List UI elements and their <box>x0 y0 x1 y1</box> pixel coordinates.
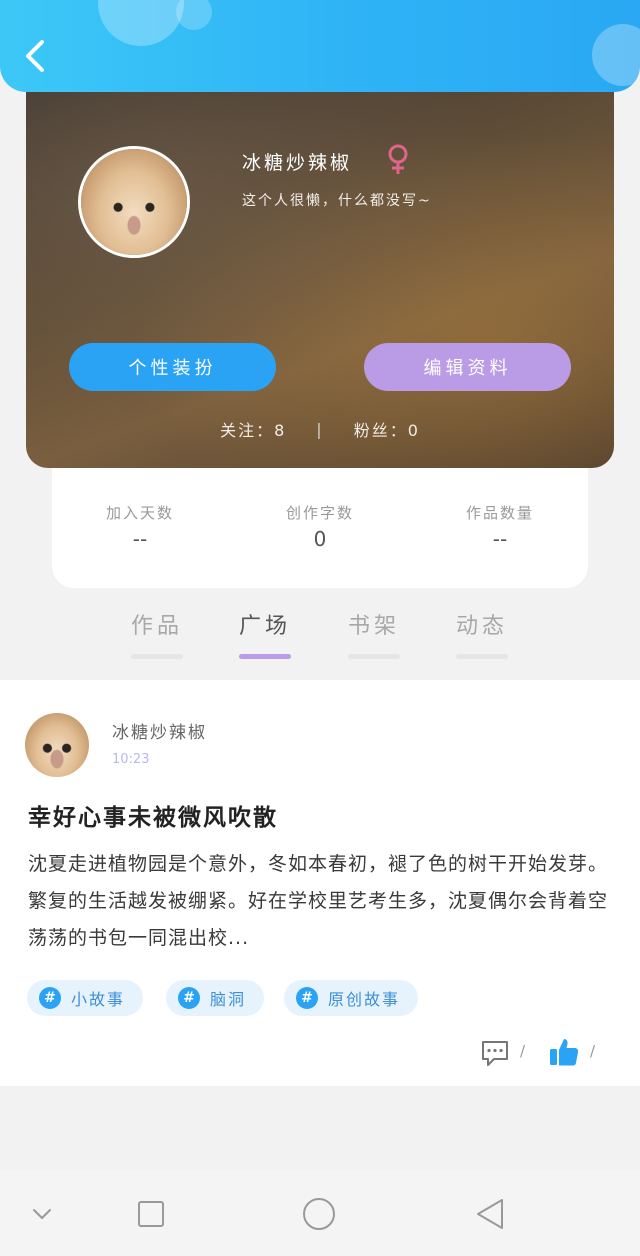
stat-join-days: 加入天数 -- <box>60 502 220 551</box>
chevron-down-icon <box>33 1209 51 1219</box>
decor-bubble <box>176 0 212 30</box>
tag-label: 脑洞 <box>210 990 247 1009</box>
hashtag-icon: # <box>296 987 318 1009</box>
stats-card: 加入天数 -- 创作字数 0 作品数量 -- <box>52 468 588 588</box>
tab-underline-active <box>239 654 291 659</box>
square-icon <box>138 1201 164 1227</box>
tab-activity[interactable]: 动态 <box>442 608 522 640</box>
decor-bubble <box>98 0 184 46</box>
back-button[interactable] <box>20 36 52 76</box>
edit-profile-button[interactable]: 编辑资料 <box>364 343 571 391</box>
tag-label: 小故事 <box>71 990 126 1009</box>
comment-count: / <box>520 1042 526 1060</box>
following-count[interactable]: 关注：8 <box>220 417 286 441</box>
cat-avatar-image <box>25 713 89 777</box>
post-body[interactable]: 沈夏走进植物园是个意外，冬如本春初，褪了色的树干开始发芽。繁复的生活越发被绷紧。… <box>28 846 616 957</box>
tag-label: 原创故事 <box>328 990 401 1009</box>
system-navbar <box>0 1170 640 1256</box>
tab-works[interactable]: 作品 <box>117 608 197 640</box>
follow-stats: 关注：8 | 粉丝：0 <box>26 414 614 444</box>
nickname: 冰糖炒辣椒 <box>242 152 353 174</box>
post-author[interactable]: 冰糖炒辣椒 <box>112 718 207 743</box>
stat-word-count: 创作字数 0 <box>240 502 400 551</box>
tab-underline <box>131 654 183 659</box>
followers-count[interactable]: 粉丝：0 <box>354 417 420 441</box>
tab-underline <box>456 654 508 659</box>
post-card[interactable]: 冰糖炒辣椒 10:23 幸好心事未被微风吹散 沈夏走进植物园是个意外，冬如本春初… <box>0 680 640 1086</box>
cat-avatar-image <box>81 149 187 255</box>
stat-label: 加入天数 <box>105 504 174 522</box>
female-symbol-icon <box>388 144 408 174</box>
top-header <box>0 0 640 92</box>
profile-card: 冰糖炒辣椒 这个人很懒，什么都没写~ 个性装扮 编辑资料 关注：8 | 粉丝：0 <box>26 70 614 468</box>
nav-back-button[interactable] <box>472 1196 508 1232</box>
stat-label: 创作字数 <box>285 504 354 522</box>
tag-chip[interactable]: # 原创故事 <box>284 980 419 1016</box>
circle-icon <box>303 1198 335 1230</box>
avatar[interactable] <box>78 146 190 258</box>
post-time: 10:23 <box>112 752 150 767</box>
stat-value: 0 <box>313 527 327 551</box>
thumbs-up-icon[interactable] <box>548 1036 580 1068</box>
tag-chip[interactable]: # 脑洞 <box>166 980 265 1016</box>
post-title[interactable]: 幸好心事未被微风吹散 <box>28 798 278 832</box>
stat-works-count: 作品数量 -- <box>420 502 580 551</box>
triangle-back-icon <box>477 1199 503 1229</box>
comment-icon[interactable] <box>480 1038 510 1068</box>
nav-home-button[interactable] <box>301 1196 337 1232</box>
bio-text: 这个人很懒，什么都没写~ <box>242 193 432 209</box>
tab-underline <box>348 654 400 659</box>
tab-bookshelf[interactable]: 书架 <box>334 608 414 640</box>
hashtag-icon: # <box>39 987 61 1009</box>
hashtag-icon: # <box>178 987 200 1009</box>
stat-value: -- <box>132 527 148 551</box>
chevron-left-icon <box>26 40 44 72</box>
divider: | <box>316 419 324 439</box>
post-avatar[interactable] <box>25 713 89 777</box>
stat-label: 作品数量 <box>465 504 534 522</box>
tab-square[interactable]: 广场 <box>225 608 305 640</box>
like-count: / <box>590 1042 596 1060</box>
nav-collapse-button[interactable] <box>24 1196 60 1232</box>
tag-chip[interactable]: # 小故事 <box>27 980 144 1016</box>
stat-value: -- <box>492 527 508 551</box>
nav-recents-button[interactable] <box>133 1196 169 1232</box>
decorate-button[interactable]: 个性装扮 <box>69 343 276 391</box>
decor-bubble <box>592 24 640 86</box>
